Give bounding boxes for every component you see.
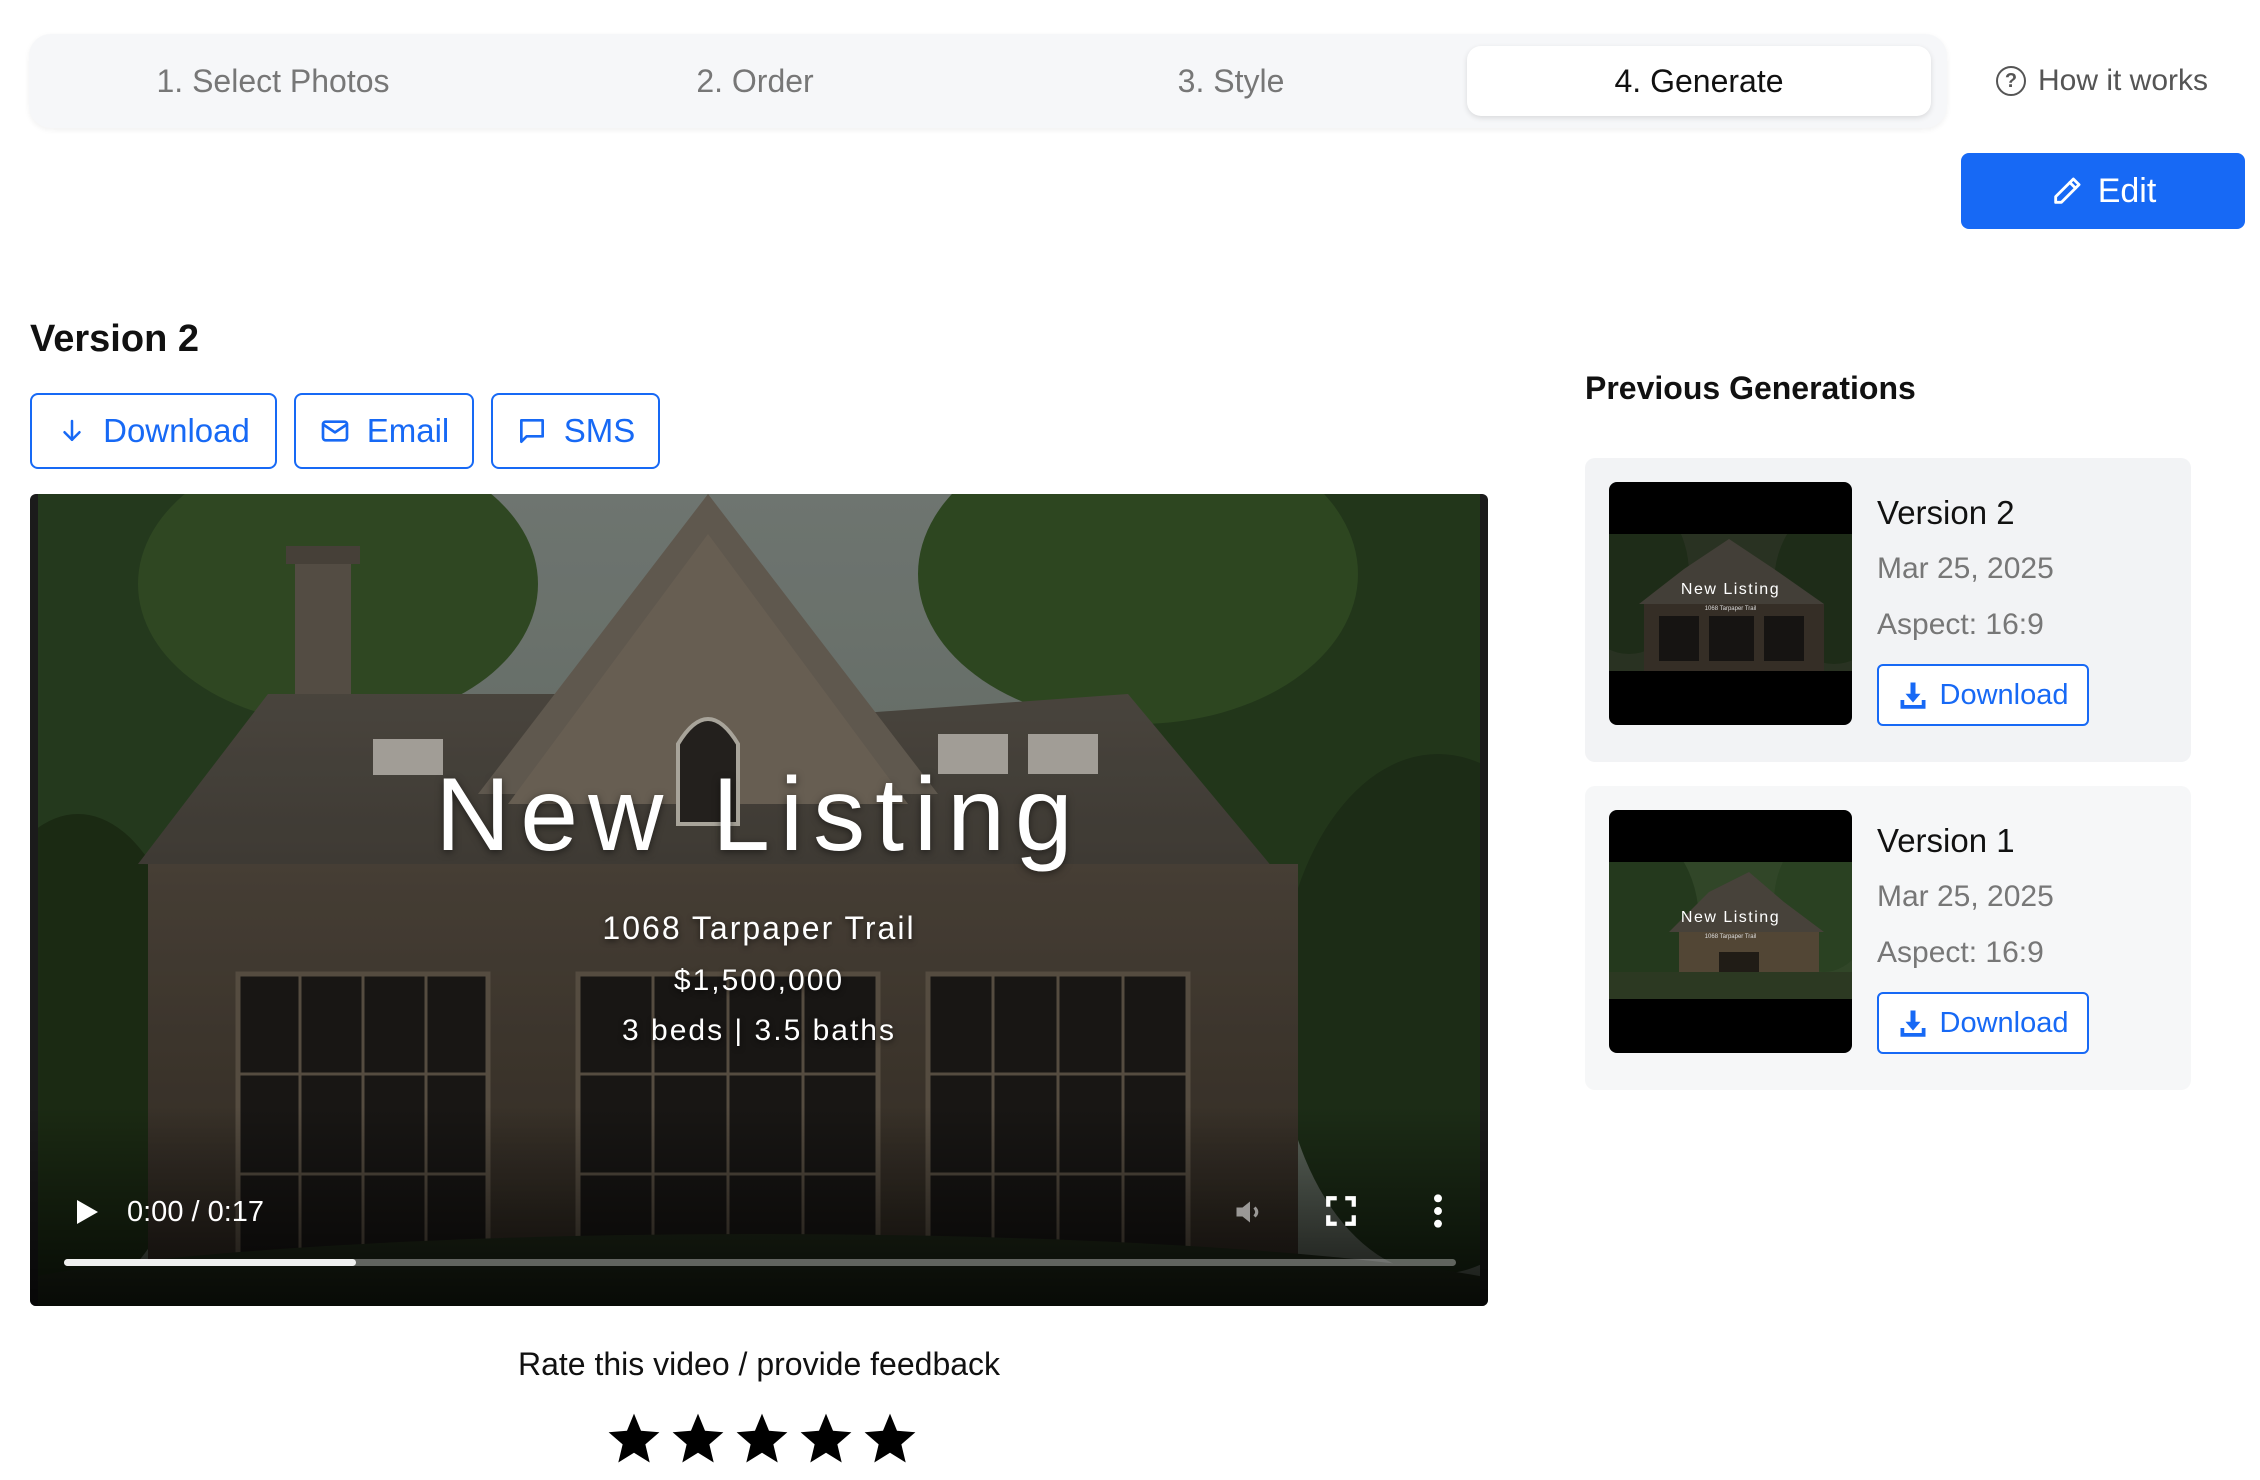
star-icon[interactable] [605, 1410, 663, 1468]
generation-card: New Listing 1068 Tarpaper Trail Version … [1585, 786, 2191, 1090]
pencil-icon [2053, 177, 2081, 204]
video-thumbnail[interactable]: New Listing 1068 Tarpaper Trail [1609, 810, 1852, 1053]
generation-download-label: Download [1939, 678, 2069, 711]
edit-label: Edit [2097, 171, 2157, 210]
progress-bar[interactable] [64, 1259, 1456, 1266]
video-thumbnail[interactable]: New Listing 1068 Tarpaper Trail [1609, 482, 1852, 725]
sms-label: SMS [563, 412, 636, 449]
overlay-price: $1,500,000 [673, 964, 845, 997]
previous-generations-title: Previous Generations [1585, 370, 1916, 406]
header-divider [40, 238, 2220, 250]
generation-download-button[interactable]: Download [1877, 664, 2089, 726]
progress-buffer-fill [64, 1259, 357, 1266]
video-player[interactable]: New Listing 1068 Tarpaper Trail $1,500,0… [30, 494, 1488, 1306]
step-select-photos[interactable]: 1. Select Photos [29, 34, 517, 128]
email-label: Email [366, 412, 450, 449]
generation-card: New Listing 1068 Tarpaper Trail Version … [1585, 458, 2191, 762]
thumbnail-image [1609, 534, 1852, 671]
time-display: 0:00 / 0:17 [127, 1196, 265, 1228]
version-title: Version 2 [30, 318, 199, 360]
star-rating [605, 1410, 919, 1468]
thumbnail-image [1609, 862, 1852, 999]
download-tray-icon [1900, 1010, 1925, 1037]
generation-download-button[interactable]: Download [1877, 992, 2089, 1054]
star-icon[interactable] [797, 1410, 855, 1468]
play-icon[interactable] [68, 1194, 104, 1230]
how-it-works-label: How it works [2038, 64, 2209, 97]
help-circle-icon: ? [1996, 66, 2026, 96]
thumbnail-title: New Listing [1680, 581, 1781, 598]
email-button[interactable]: Email [294, 393, 474, 469]
generation-aspect: Aspect: 16:9 [1877, 608, 2044, 641]
edit-button[interactable]: Edit [1961, 153, 2245, 229]
thumbnail-subtitle: 1068 Tarpaper Trail [1704, 606, 1757, 612]
mail-icon [321, 420, 349, 442]
feedback-prompt: Rate this video / provide feedback [517, 1346, 1001, 1382]
overlay-address: 1068 Tarpaper Trail [602, 910, 916, 946]
generation-name: Version 2 [1877, 494, 2015, 531]
step-nav: 1. Select Photos 2. Order 3. Style 4. Ge… [29, 34, 1947, 128]
generation-name: Version 1 [1877, 822, 2015, 859]
star-icon[interactable] [669, 1410, 727, 1468]
download-tray-icon [1900, 682, 1925, 709]
how-it-works-link[interactable]: ? How it works [1996, 58, 2208, 104]
more-options-icon[interactable] [1428, 1192, 1448, 1230]
step-order[interactable]: 2. Order [517, 34, 993, 128]
generation-aspect: Aspect: 16:9 [1877, 936, 2044, 969]
thumbnail-subtitle: 1068 Tarpaper Trail [1704, 934, 1757, 940]
generation-download-label: Download [1939, 1006, 2069, 1039]
volume-icon[interactable] [1230, 1194, 1270, 1230]
star-icon[interactable] [733, 1410, 791, 1468]
fullscreen-icon[interactable] [1324, 1194, 1358, 1228]
generation-date: Mar 25, 2025 [1877, 880, 2054, 913]
star-icon[interactable] [861, 1410, 919, 1468]
generation-date: Mar 25, 2025 [1877, 552, 2054, 585]
download-label: Download [103, 412, 250, 449]
thumbnail-title: New Listing [1680, 909, 1781, 926]
step-generate[interactable]: 4. Generate [1467, 46, 1931, 116]
download-button[interactable]: Download [30, 393, 277, 469]
overlay-title: New Listing [435, 757, 1083, 873]
step-style[interactable]: 3. Style [993, 34, 1469, 128]
message-square-icon [519, 419, 544, 443]
overlay-beds-baths: 3 beds | 3.5 baths [622, 1014, 896, 1047]
arrow-down-icon [63, 419, 81, 441]
sms-button[interactable]: SMS [491, 393, 660, 469]
